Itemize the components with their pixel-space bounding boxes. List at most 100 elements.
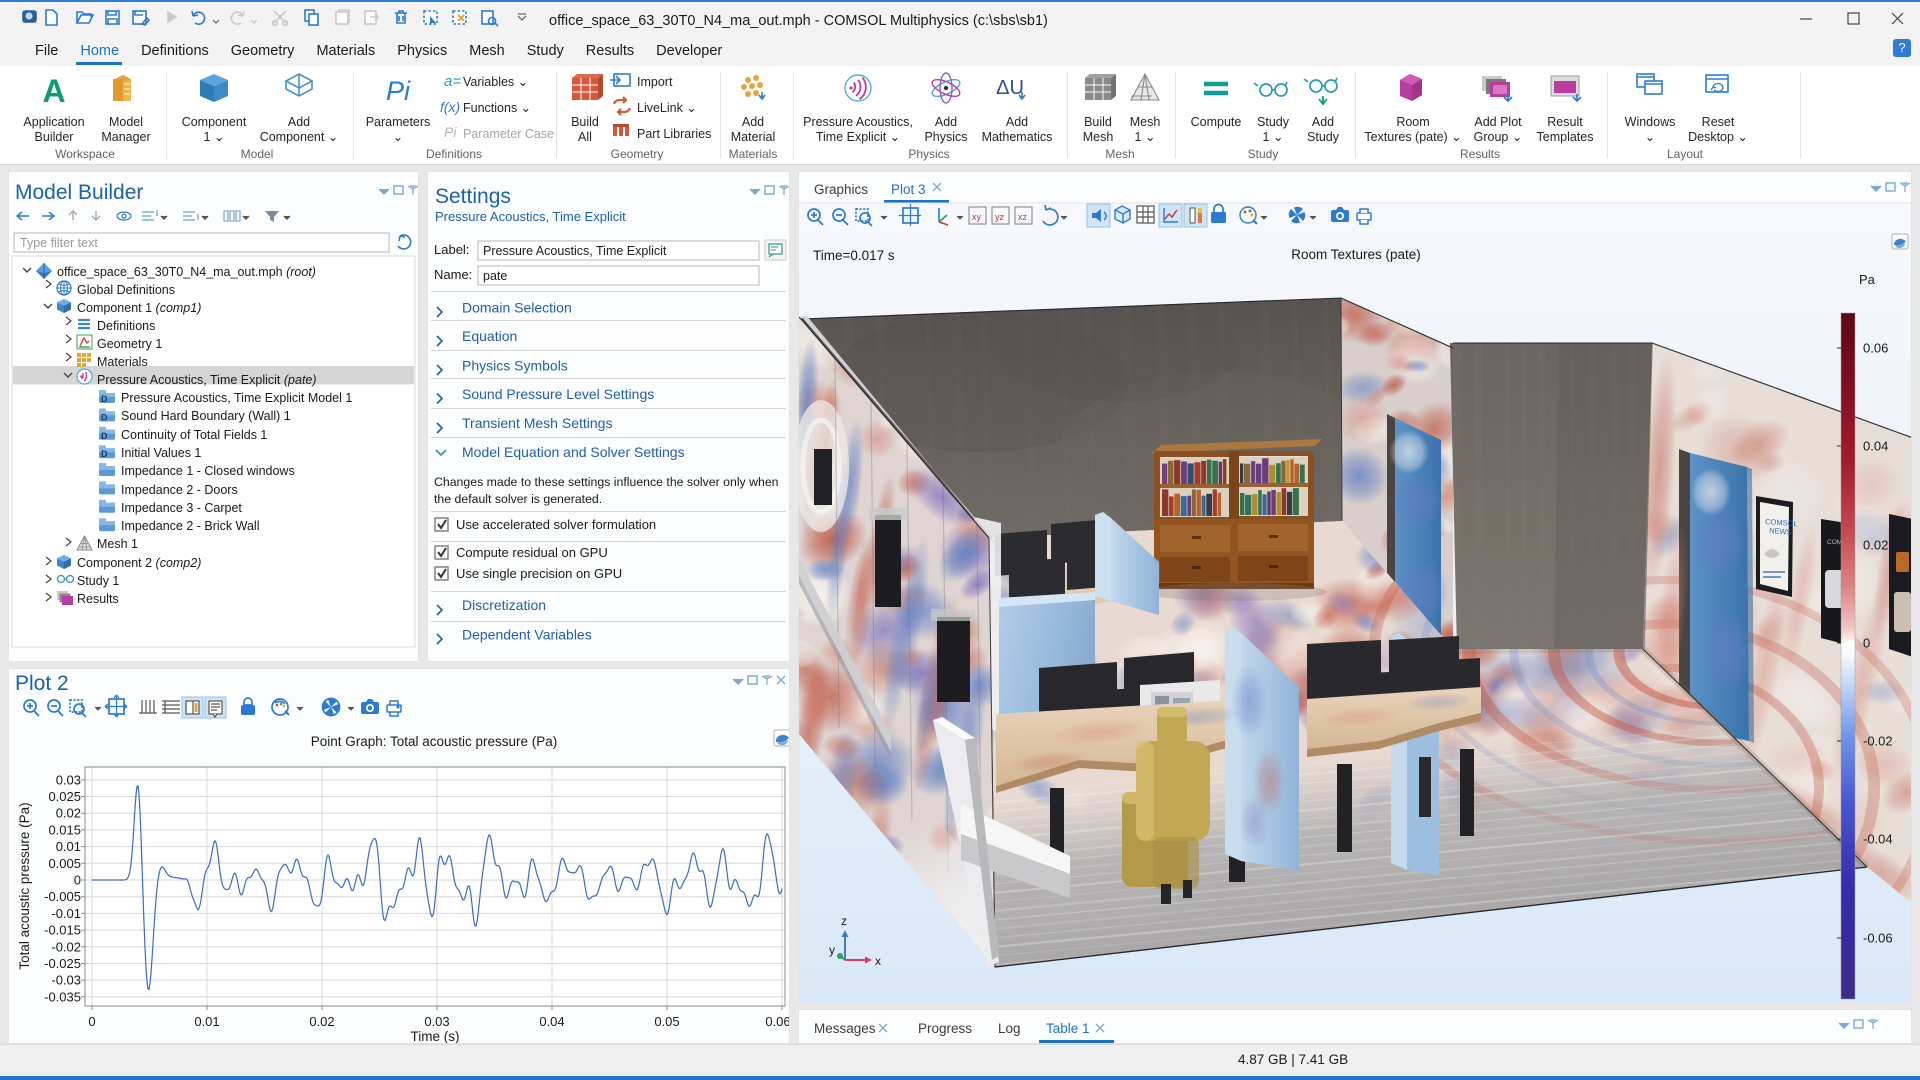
- svg-text:Global Definitions: Global Definitions: [77, 283, 175, 297]
- svg-text:Study: Study: [1307, 130, 1340, 144]
- svg-text:office_space_63_30T0_N4_ma_out: office_space_63_30T0_N4_ma_out.mph - COM…: [549, 13, 1048, 29]
- svg-text:Pressure Acoustics, Time Expli: Pressure Acoustics, Time Explicit Model …: [121, 391, 352, 405]
- svg-text:Type filter text: Type filter text: [20, 236, 98, 250]
- svg-text:-0.015: -0.015: [44, 923, 81, 938]
- svg-text:Study 1: Study 1: [77, 574, 119, 588]
- svg-text:1 ⌄: 1 ⌄: [1135, 130, 1156, 144]
- svg-text:0.03: 0.03: [56, 772, 81, 787]
- svg-text:Label:: Label:: [434, 242, 469, 257]
- svg-text:-0.04: -0.04: [1863, 832, 1893, 847]
- svg-text:0.03: 0.03: [424, 1014, 449, 1029]
- svg-text:Continuity of Total Fields 1: Continuity of Total Fields 1: [121, 428, 267, 442]
- svg-text:Mesh: Mesh: [1105, 147, 1134, 161]
- svg-text:All: All: [578, 130, 592, 144]
- svg-text:Time Explicit ⌄: Time Explicit ⌄: [816, 130, 900, 144]
- svg-text:Physics: Physics: [924, 130, 967, 144]
- svg-text:Compute: Compute: [1191, 115, 1242, 129]
- svg-text:Add: Add: [935, 115, 957, 129]
- svg-text:-0.06: -0.06: [1863, 931, 1893, 946]
- svg-text:Model Builder: Model Builder: [15, 181, 143, 204]
- svg-text:Add: Add: [1006, 115, 1028, 129]
- svg-text:⌄: ⌄: [393, 130, 403, 144]
- svg-text:0: 0: [74, 873, 81, 888]
- svg-text:Impedance 3 - Carpet: Impedance 3 - Carpet: [121, 501, 242, 515]
- svg-text:0: 0: [88, 1014, 95, 1029]
- svg-text:Room: Room: [1396, 115, 1429, 129]
- svg-text:Variables ⌄: Variables ⌄: [463, 75, 528, 89]
- svg-text:Reset: Reset: [1702, 115, 1735, 129]
- svg-text:Definitions: Definitions: [426, 147, 482, 161]
- svg-text:z: z: [841, 914, 847, 928]
- svg-text:Workspace: Workspace: [55, 147, 115, 161]
- svg-text:Messages: Messages: [814, 1021, 876, 1036]
- svg-text:-0.005: -0.005: [44, 889, 81, 904]
- svg-text:Settings: Settings: [435, 185, 511, 208]
- svg-text:Progress: Progress: [918, 1021, 972, 1036]
- svg-text:office_space_63_30T0_N4_ma_out: office_space_63_30T0_N4_ma_out.mph (root…: [57, 265, 316, 279]
- svg-text:Materials: Materials: [729, 147, 778, 161]
- svg-text:Use single precision on GPU: Use single precision on GPU: [456, 566, 622, 581]
- svg-text:Study: Study: [1248, 147, 1279, 161]
- svg-text:Build: Build: [1084, 115, 1112, 129]
- svg-text:Mesh 1: Mesh 1: [97, 537, 138, 551]
- svg-text:0.04: 0.04: [539, 1014, 564, 1029]
- svg-text:Log: Log: [998, 1021, 1021, 1036]
- svg-text:0.01: 0.01: [56, 839, 81, 854]
- svg-text:Pi: Pi: [386, 76, 411, 106]
- svg-text:Pressure Acoustics,: Pressure Acoustics,: [803, 115, 913, 129]
- svg-text:the default solver is generate: the default solver is generated.: [434, 492, 602, 506]
- svg-text:0.005: 0.005: [48, 856, 81, 871]
- svg-text:Functions ⌄: Functions ⌄: [463, 101, 531, 115]
- svg-text:Result: Result: [1547, 115, 1583, 129]
- svg-text:0.06: 0.06: [765, 1014, 789, 1029]
- svg-text:Textures (pate) ⌄: Textures (pate) ⌄: [1364, 130, 1461, 144]
- svg-text:Desktop ⌄: Desktop ⌄: [1688, 130, 1748, 144]
- svg-text:Equation: Equation: [462, 328, 517, 344]
- svg-text:Pressure Acoustics, Time Expli: Pressure Acoustics, Time Explicit: [435, 209, 626, 224]
- svg-text:Time (s): Time (s): [411, 1029, 460, 1043]
- svg-text:Initial Values 1: Initial Values 1: [121, 446, 201, 460]
- svg-text:Group ⌄: Group ⌄: [1474, 130, 1523, 144]
- svg-text:Build: Build: [571, 115, 599, 129]
- svg-text:f(x): f(x): [440, 99, 460, 115]
- svg-text:Layout: Layout: [1667, 147, 1704, 161]
- svg-text:Mathematics: Mathematics: [982, 130, 1053, 144]
- svg-text:Domain Selection: Domain Selection: [462, 300, 572, 316]
- svg-text:Application: Application: [23, 115, 84, 129]
- svg-text:Compute residual on GPU: Compute residual on GPU: [456, 545, 608, 560]
- svg-text:Parameters: Parameters: [366, 115, 431, 129]
- svg-text:Table 1: Table 1: [1046, 1021, 1090, 1036]
- svg-text:Model: Model: [109, 115, 143, 129]
- svg-text:Total acoustic pressure (Pa): Total acoustic pressure (Pa): [17, 802, 32, 969]
- svg-text:Sound Hard Boundary (Wall) 1: Sound Hard Boundary (Wall) 1: [121, 409, 291, 423]
- svg-text:Geometry: Geometry: [611, 147, 664, 161]
- svg-text:Definitions: Definitions: [97, 319, 155, 333]
- svg-text:Add: Add: [742, 115, 764, 129]
- svg-text:0.06: 0.06: [1863, 341, 1888, 356]
- svg-text:D: D: [101, 394, 108, 404]
- svg-text:-0.025: -0.025: [44, 956, 81, 971]
- svg-text:Mesh: Mesh: [1083, 130, 1114, 144]
- svg-text:Physics Symbols: Physics Symbols: [462, 358, 568, 374]
- svg-text:xz: xz: [1018, 212, 1028, 222]
- svg-text:0.02: 0.02: [56, 806, 81, 821]
- svg-text:0.025: 0.025: [48, 789, 81, 804]
- svg-text:Plot 2: Plot 2: [15, 672, 69, 695]
- svg-text:Manager: Manager: [101, 130, 150, 144]
- svg-text:Pa: Pa: [1859, 272, 1876, 287]
- svg-text:-0.01: -0.01: [51, 906, 81, 921]
- svg-text:Component: Component: [182, 115, 247, 129]
- svg-text:-0.03: -0.03: [51, 973, 81, 988]
- svg-text:Discretization: Discretization: [462, 597, 546, 613]
- svg-text:Templates: Templates: [1537, 130, 1594, 144]
- svg-text:Add: Add: [288, 115, 310, 129]
- svg-text:Time=0.017 s: Time=0.017 s: [813, 248, 895, 263]
- svg-text:Use accelerated solver formula: Use accelerated solver formulation: [456, 517, 656, 532]
- svg-text:Name:: Name:: [434, 267, 472, 282]
- svg-text:Room Textures (pate): Room Textures (pate): [1291, 247, 1421, 262]
- svg-text:0.015: 0.015: [48, 822, 81, 837]
- svg-text:pate: pate: [483, 269, 507, 283]
- svg-text:0.01: 0.01: [194, 1014, 219, 1029]
- svg-text:Material: Material: [731, 130, 775, 144]
- svg-text:Model Equation and Solver Sett: Model Equation and Solver Settings: [462, 444, 685, 460]
